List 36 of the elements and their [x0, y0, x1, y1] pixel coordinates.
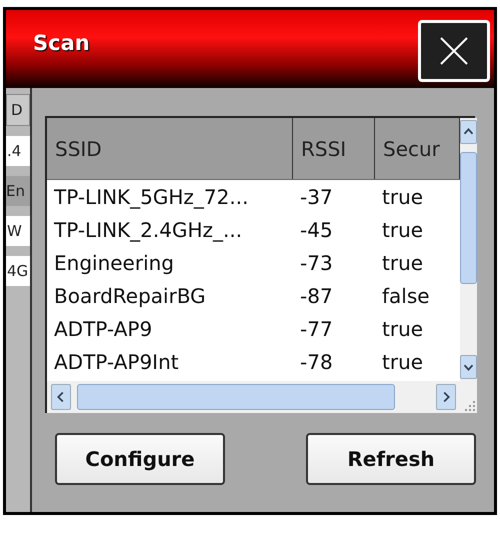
- ssid-cell-text: ADTP-AP9: [53, 316, 154, 342]
- background-field: W: [6, 216, 30, 246]
- ssid-cell-text: Engineering: [53, 250, 175, 276]
- size-grip-icon[interactable]: [463, 399, 477, 413]
- secure-cell-text: true: [381, 184, 424, 210]
- close-icon: [439, 36, 469, 66]
- secure-cell-text: true: [381, 250, 424, 276]
- rssi-cell-text: -37: [299, 184, 334, 210]
- ssid-cell-text: ADTP-AP9Int: [53, 348, 180, 376]
- ssid-cell-text: BoardRepairBG: [53, 282, 207, 310]
- background-field: .4: [6, 136, 30, 166]
- refresh-button[interactable]: Refresh: [306, 433, 476, 485]
- secure-cell-text: true: [381, 348, 424, 376]
- background-label: En: [6, 176, 30, 206]
- scrollbar-thumb[interactable]: [77, 384, 395, 410]
- column-header[interactable]: SSID: [47, 118, 293, 179]
- configure-button[interactable]: Configure: [55, 433, 225, 485]
- secure-cell-text: false: [381, 282, 431, 310]
- rssi-cell-text: -78: [299, 348, 334, 376]
- secure-cell-text: true: [381, 216, 424, 244]
- scroll-down-icon[interactable]: [460, 355, 477, 379]
- scroll-up-icon[interactable]: [460, 120, 477, 144]
- rssi-cell-text: -73: [299, 250, 334, 276]
- rssi-cell-text: -87: [299, 282, 334, 310]
- scroll-left-icon[interactable]: [51, 384, 71, 410]
- ssid-cell-text: TP-LINK_2.4GHz_...: [53, 216, 244, 244]
- scroll-right-icon[interactable]: [436, 384, 456, 410]
- scrollbar-thumb[interactable]: [460, 152, 477, 284]
- window-title: Scan: [33, 31, 90, 55]
- column-header[interactable]: RSSI: [293, 118, 375, 179]
- secure-cell-text: true: [381, 316, 424, 342]
- rssi-cell-text: -77: [299, 316, 334, 342]
- background-field: 4G: [6, 256, 30, 286]
- ssid-cell-text: TP-LINK_5GHz_72...: [53, 184, 250, 211]
- rssi-cell-text: -45: [299, 216, 334, 244]
- close-button[interactable]: [418, 20, 490, 82]
